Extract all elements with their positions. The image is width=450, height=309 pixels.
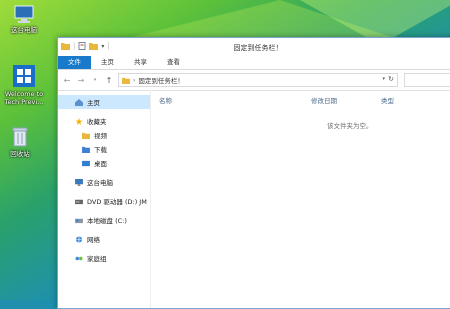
nav-item-label: 视频 — [94, 132, 107, 140]
nav-item-local-disk[interactable]: 本地磁盘 (C:) — [58, 213, 150, 227]
star-icon — [75, 117, 83, 125]
forward-arrow-icon[interactable]: → — [76, 76, 86, 85]
up-arrow-icon[interactable]: ↑ — [104, 76, 114, 85]
content-area: 主页 收藏夹 视频 下载 桌面 这台电脑 DVD 驱动器 (D:) JM 本地磁… — [58, 90, 450, 308]
videos-folder-icon — [82, 132, 90, 139]
desktop-folder-icon — [82, 160, 90, 166]
file-list-pane[interactable]: 名称 修改日期 类型 该文件夹为空。 — [151, 90, 450, 308]
nav-item-home[interactable]: 主页 — [58, 95, 150, 109]
tab-view[interactable]: 查看 — [157, 56, 190, 69]
network-icon — [75, 235, 83, 243]
nav-item-label: 网络 — [87, 236, 100, 244]
nav-item-label: 收藏夹 — [87, 118, 107, 126]
desktop-icon-this-pc[interactable]: 这台电脑 — [0, 4, 48, 34]
downloads-folder-icon — [82, 146, 90, 153]
nav-item-network[interactable]: 网络 — [58, 232, 150, 246]
recycle-bin-icon — [12, 127, 28, 147]
navigation-pane: 主页 收藏夹 视频 下载 桌面 这台电脑 DVD 驱动器 (D:) JM 本地磁… — [58, 90, 151, 308]
column-header-modified[interactable]: 修改日期 — [311, 95, 337, 105]
folder-icon — [122, 77, 130, 84]
empty-folder-message: 该文件夹为空。 — [327, 122, 373, 130]
column-header-label: 名称 — [159, 97, 172, 105]
nav-item-downloads[interactable]: 下载 — [58, 142, 150, 156]
breadcrumb-separator-icon[interactable]: › — [133, 77, 135, 84]
search-input[interactable] — [404, 73, 450, 87]
column-header-label: 修改日期 — [311, 97, 337, 105]
recent-locations-chevron-icon[interactable]: ▾ — [90, 77, 100, 83]
nav-item-label: DVD 驱动器 (D:) JM — [87, 198, 147, 206]
column-header-type[interactable]: 类型 — [381, 95, 394, 105]
tech-preview-icon — [13, 65, 35, 87]
nav-item-videos[interactable]: 视频 — [58, 128, 150, 142]
nav-item-label: 下载 — [94, 146, 107, 154]
tab-file[interactable]: 文件 — [58, 56, 91, 69]
title-bar[interactable]: | ▾ | 固定到任务栏！ — [58, 38, 450, 56]
hard-drive-icon — [75, 218, 83, 223]
nav-item-this-pc[interactable]: 这台电脑 — [58, 175, 150, 189]
back-arrow-icon[interactable]: ← — [62, 76, 72, 85]
address-row: ← → ▾ ↑ › 固定到任务栏！ ↻ ▾ — [58, 70, 450, 91]
address-dropdown-chevron-icon[interactable]: ▾ — [382, 76, 385, 82]
desktop-icon-welcome[interactable]: Welcome to Tech Previ... — [0, 64, 48, 106]
window-title: 固定到任务栏！ — [233, 44, 283, 52]
nav-item-favorites[interactable]: 收藏夹 — [58, 114, 150, 128]
column-header-label: 类型 — [381, 97, 394, 105]
desktop-icon-recycle-bin[interactable]: 回收站 — [0, 126, 44, 158]
nav-item-desktop[interactable]: 桌面 — [58, 156, 150, 170]
nav-item-label: 这台电脑 — [87, 179, 113, 187]
desktop-icon-label: 这台电脑 — [11, 26, 37, 34]
tab-share[interactable]: 共享 — [124, 56, 157, 69]
nav-item-label: 主页 — [87, 99, 100, 107]
desktop-icon-label: 回收站 — [10, 150, 30, 158]
dvd-drive-icon — [75, 199, 83, 204]
computer-icon — [14, 5, 34, 23]
address-bar[interactable]: › 固定到任务栏！ ↻ ▾ — [118, 73, 398, 87]
refresh-icon[interactable]: ↻ — [388, 75, 394, 83]
column-header-name[interactable]: 名称 — [159, 95, 172, 105]
nav-item-label: 桌面 — [94, 160, 107, 168]
nav-item-homegroup[interactable]: 家庭组 — [58, 251, 150, 265]
tab-home[interactable]: 主页 — [91, 56, 124, 69]
computer-icon — [75, 178, 83, 186]
homegroup-icon — [75, 256, 83, 260]
nav-item-label: 家庭组 — [87, 255, 107, 263]
home-icon — [75, 98, 83, 106]
breadcrumb-current[interactable]: 固定到任务栏！ — [138, 75, 184, 85]
nav-item-dvd-drive[interactable]: DVD 驱动器 (D:) JM — [58, 194, 150, 208]
explorer-window: | ▾ | 固定到任务栏！ 文件 主页 共享 查看 ← → ▾ ↑ › 固定到任… — [57, 37, 450, 309]
ribbon-tabs: 文件 主页 共享 查看 — [58, 56, 450, 70]
desktop-icon-label: Welcome to Tech Previ... — [4, 90, 44, 106]
nav-item-label: 本地磁盘 (C:) — [87, 217, 127, 225]
